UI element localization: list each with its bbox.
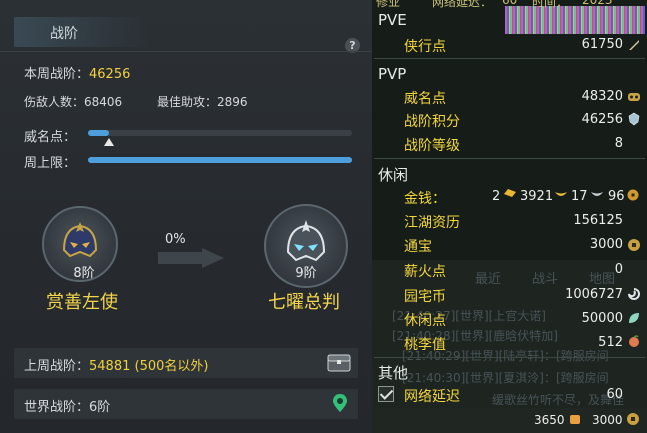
money-value: 96 bbox=[608, 189, 625, 204]
bottom-right-value: 3000 bbox=[592, 413, 623, 427]
pvp-row-label: 威名点 bbox=[404, 91, 446, 107]
latency-checkbox[interactable] bbox=[378, 386, 394, 402]
best-assist: 最佳助攻：2896 bbox=[157, 93, 248, 110]
leisure-row-label: 桃李值 bbox=[404, 337, 446, 353]
coin-icon bbox=[627, 413, 639, 425]
leisure-row-value: 156125 bbox=[573, 213, 623, 228]
pvp-header: PVP bbox=[378, 65, 407, 83]
week-rank-value: 46256 bbox=[89, 67, 131, 82]
mask-icon bbox=[628, 93, 640, 101]
crest-icon bbox=[628, 112, 640, 126]
best-assist-value: 2896 bbox=[217, 95, 248, 109]
money-value: 2 bbox=[492, 189, 501, 204]
top-latency-label: 网络延迟： bbox=[432, 0, 493, 9]
swirl-coin-icon bbox=[628, 288, 640, 300]
chat-tab-battle: 战斗 bbox=[532, 272, 559, 287]
silver-boat-icon bbox=[591, 192, 603, 196]
prestige-bar bbox=[88, 130, 352, 136]
leisure-row-value: 1006727 bbox=[565, 287, 623, 302]
chat-tab-map: 地图 bbox=[589, 272, 616, 287]
leaf-icon bbox=[629, 313, 639, 323]
pve-row-value: 61750 bbox=[581, 37, 623, 52]
top-time-label: 时间： bbox=[532, 0, 569, 9]
pvp-row-value: 8 bbox=[614, 136, 623, 151]
money-value: 3921 bbox=[520, 189, 554, 204]
copper-coin-icon bbox=[627, 189, 639, 201]
bottom-left-value: 3650 bbox=[534, 413, 565, 427]
currency-panel: 最近 战斗 地图 [21:40:27][世界][上官大诺] [21:40:28]… bbox=[372, 0, 647, 433]
leisure-row-value: 0 bbox=[614, 262, 623, 277]
leisure-header: 休闲 bbox=[378, 166, 409, 184]
leisure-row-value: 3000 bbox=[589, 237, 623, 252]
chest-icon[interactable] bbox=[327, 354, 351, 372]
pvp-row-label: 战阶等级 bbox=[404, 138, 460, 154]
leisure-row-label: 通宝 bbox=[404, 239, 432, 255]
rank-panel: 战阶 ? 本周战阶：46256 伤敌人数：68406 最佳助攻：2896 威名点… bbox=[0, 0, 372, 433]
pvp-row-label: 战阶积分 bbox=[404, 114, 460, 130]
gold-ingot-icon bbox=[504, 189, 516, 197]
chat-line: [21:40:30][世界][夏淇泠]：[跨服房间 bbox=[402, 371, 609, 385]
weekly-limit-bar-fill bbox=[88, 157, 352, 163]
weekly-limit-label: 周上限： bbox=[24, 156, 77, 171]
prestige-marker-icon bbox=[104, 138, 115, 146]
pve-row-label: 侠行点 bbox=[404, 39, 446, 55]
leisure-row-label: 园宅币 bbox=[404, 289, 446, 305]
top-status: 修业 网络延迟： 60 时间： 2023 bbox=[372, 0, 647, 9]
leisure-row-value: 50000 bbox=[581, 311, 623, 326]
hand-icon bbox=[570, 415, 580, 424]
current-rank-name: 赏善左使 bbox=[46, 292, 118, 313]
top-latency-value: 60 bbox=[502, 0, 518, 7]
other-header: 其他 bbox=[378, 364, 409, 382]
damage-count-value: 68406 bbox=[84, 95, 123, 109]
pvp-row-value: 46256 bbox=[581, 112, 623, 127]
leisure-row-value: 512 bbox=[598, 335, 623, 350]
decorative-strip bbox=[505, 4, 645, 34]
leisure-row-label: 休闲点 bbox=[404, 313, 446, 329]
header-divider bbox=[0, 51, 372, 52]
section-divider bbox=[374, 58, 645, 59]
section-divider bbox=[374, 357, 645, 358]
chat-tab-recent: 最近 bbox=[475, 272, 502, 287]
pvp-row-value: 48320 bbox=[581, 89, 623, 104]
leisure-row-label: 江湖资历 bbox=[404, 215, 460, 231]
world-rank-value: 6阶 bbox=[89, 400, 111, 415]
pve-header: PVE bbox=[378, 11, 407, 29]
best-assist-label: 最佳助攻： bbox=[157, 95, 218, 109]
panel-title: 战阶 bbox=[50, 26, 78, 42]
arrow-right-icon bbox=[158, 248, 224, 268]
world-rank-label: 世界战阶： bbox=[24, 400, 90, 415]
location-pin-icon[interactable] bbox=[332, 393, 348, 413]
damage-count: 伤敌人数：68406 bbox=[24, 93, 122, 110]
prestige-bar-fill bbox=[88, 130, 110, 136]
next-rank-level: 9阶 bbox=[295, 266, 317, 281]
leisure-row-label: 薪火点 bbox=[404, 264, 446, 280]
coin-icon bbox=[628, 239, 640, 251]
top-time-value: 2023 bbox=[582, 0, 613, 7]
title-tab-bg bbox=[14, 17, 149, 47]
damage-count-label: 伤敌人数： bbox=[24, 95, 85, 109]
section-divider bbox=[374, 158, 645, 159]
last-week-rank: 上周战阶：54881 (500名以外) bbox=[24, 355, 208, 374]
world-rank: 世界战阶：6阶 bbox=[24, 396, 110, 415]
other-row-value: 60 bbox=[606, 387, 623, 402]
money-value: 17 bbox=[571, 189, 588, 204]
last-week-label: 上周战阶： bbox=[24, 359, 90, 374]
weekly-limit-bar bbox=[88, 157, 352, 163]
last-week-value: 54881 (500名以外) bbox=[89, 359, 209, 374]
next-rank-name: 七曜总判 bbox=[268, 292, 340, 313]
current-rank-level: 8阶 bbox=[73, 266, 95, 281]
peach-icon bbox=[629, 335, 639, 347]
gold-boat-icon bbox=[555, 192, 567, 196]
other-row-label: 网络延迟 bbox=[404, 389, 460, 405]
rank-progress-percent: 0% bbox=[165, 232, 186, 247]
prestige-label: 威名点： bbox=[24, 130, 77, 145]
panel-header: 战阶 ? bbox=[0, 14, 372, 53]
chat-line: 缓歌丝竹听不尽，及舞佳 bbox=[492, 393, 625, 407]
sword-icon bbox=[629, 40, 639, 50]
week-rank-label: 本周战阶： bbox=[24, 67, 90, 82]
week-rank: 本周战阶：46256 bbox=[24, 63, 130, 82]
money-label: 金钱： bbox=[404, 191, 446, 207]
top-status-text: 修业 bbox=[376, 0, 401, 9]
